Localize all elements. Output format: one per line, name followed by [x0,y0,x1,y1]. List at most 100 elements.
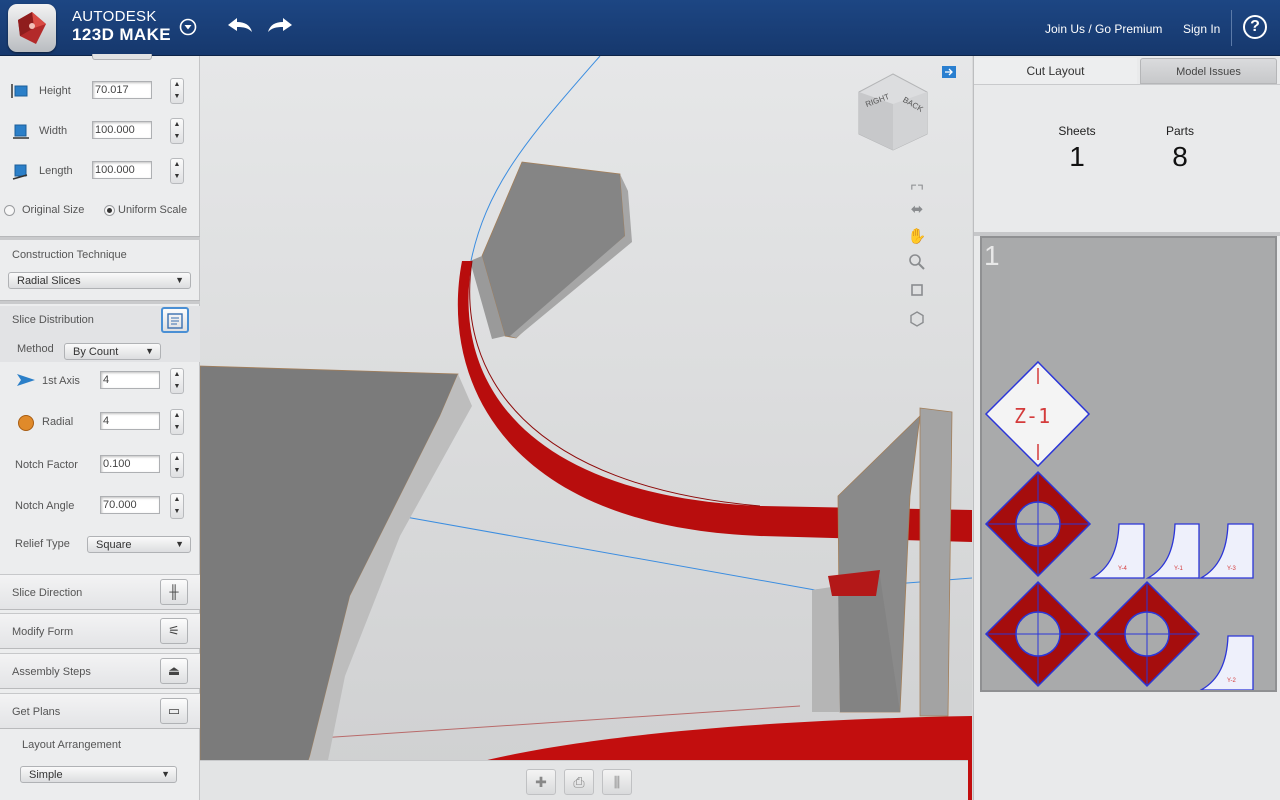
slices-button[interactable]: ⫼ [602,769,632,795]
slice-direction-label: Slice Direction [12,587,83,599]
radial-stepper[interactable]: ▲ ▼ [170,409,184,435]
add-part-button[interactable]: ✚ [526,769,556,795]
length-input[interactable] [92,161,152,179]
pan-hand-icon[interactable]: ✋ [906,226,928,248]
orbit-icon[interactable]: ⬌ [906,199,928,221]
slice-direction-button[interactable]: ╫ [160,579,188,605]
notch-angle-label: Notch Angle [15,500,75,512]
divider [0,300,200,304]
first-axis-input[interactable] [100,371,160,389]
app-logo[interactable] [8,4,56,52]
parts-value: 8 [1172,141,1188,172]
layout-arrangement-value: Simple [29,769,63,781]
chevron-down-icon: ▼ [175,539,184,549]
help-icon: ? [1250,18,1260,35]
length-stepper[interactable]: ▲ ▼ [170,158,184,184]
construction-technique-label: Construction Technique [12,249,127,261]
3d-viewport[interactable]: RIGHT BACK ⌜⌝ ⬌ ✋ [200,56,972,800]
undo-icon [228,18,252,32]
part-label-small: Y-4 [1118,566,1127,572]
notch-angle-stepper[interactable]: ▲ ▼ [170,493,184,519]
brand-line2: 123D MAKE [72,25,172,44]
collapsed-tab[interactable] [92,54,152,60]
slice-direction-icon: ╫ [169,584,179,599]
slice-distribution-button[interactable] [161,307,189,333]
assembly-steps-icon: ⏏ [167,663,181,678]
assembly-steps-label: Assembly Steps [12,666,91,678]
tab-model-issues[interactable]: Model Issues [1140,58,1277,84]
tab-cut-layout[interactable]: Cut Layout [974,58,1137,84]
parts-label: Parts [1165,124,1194,138]
axis-arrow-icon [17,374,35,386]
construction-technique-select[interactable]: Radial Slices ▼ [8,272,191,289]
width-label: Width [39,125,68,137]
uniform-scale-radio[interactable] [104,205,115,216]
relief-type-select[interactable]: Square ▼ [87,536,191,553]
original-size-radio[interactable] [4,205,15,216]
print-button[interactable]: ⎙ [564,769,594,795]
brand-name: AUTODESK 123D MAKE [72,9,171,45]
original-size-label: Original Size [22,204,85,216]
slices-icon: ⫼ [613,774,621,790]
width-stepper[interactable]: ▲ ▼ [170,118,184,144]
method-select[interactable]: By Count ▼ [64,343,161,360]
width-input[interactable] [92,121,152,139]
zoom-icon[interactable] [906,253,928,275]
assembly-steps-button[interactable]: ⏏ [160,658,188,684]
height-icon [11,84,28,98]
radio-dot [107,208,112,213]
layout-arrangement-select[interactable]: Simple ▼ [20,766,177,783]
relief-type-label: Relief Type [15,538,70,550]
assembly-steps-section[interactable]: Assembly Steps ⏏ [0,653,200,689]
method-label: Method [17,343,54,355]
get-plans-label: Get Plans [12,706,61,718]
height-label: Height [39,85,71,97]
bottom-toolbar: ✚ ⎙ ⫼ [200,760,968,800]
height-stepper[interactable]: ▲ ▼ [170,78,184,104]
radial-icon [18,415,34,431]
radial-input[interactable] [100,412,160,430]
modify-form-section[interactable]: Modify Form ⚟ [0,613,200,649]
modify-form-button[interactable]: ⚟ [160,618,188,644]
layout-arrangement-label: Layout Arrangement [22,739,122,751]
slice-direction-section[interactable]: Slice Direction ╫ [0,574,200,610]
chevron-down-icon: ▼ [145,346,154,356]
redo-button[interactable] [264,14,296,43]
fit-view-icon[interactable] [906,282,928,304]
notch-factor-input[interactable] [100,455,160,473]
divider [0,236,200,240]
length-icon [12,164,28,180]
part-label-z1: Z-1 [1014,404,1051,428]
width-icon [13,124,29,139]
notch-factor-stepper[interactable]: ▲ ▼ [170,452,184,478]
part-label-small: Y-1 [1174,566,1183,572]
construction-technique-value: Radial Slices [17,275,81,287]
radial-label: Radial [42,416,74,428]
sheets-value: 1 [1069,141,1085,172]
sign-in-link[interactable]: Sign In [1183,22,1220,36]
undo-button[interactable] [224,14,256,43]
notch-factor-label: Notch Factor [15,459,78,471]
brand-line1: AUTODESK [72,8,157,25]
part-label-small: Y-3 [1227,566,1236,572]
chevron-down-icon: ▼ [161,769,170,779]
get-plans-button[interactable]: ▭ [160,698,188,724]
document-icon: ▭ [167,703,181,718]
header-divider [1231,10,1232,46]
first-axis-stepper[interactable]: ▲ ▼ [170,368,184,394]
home-view-icon[interactable] [906,310,928,332]
cut-sheet[interactable]: 1 Z-1 Y-4 Y-1 Y-3 Y-2 [980,236,1277,692]
cut-parts [984,360,1254,690]
printer-icon: ⎙ [573,774,585,790]
notch-angle-input[interactable] [100,496,160,514]
app-menu-button[interactable] [179,18,197,41]
join-premium-link[interactable]: Join Us / Go Premium [1045,22,1162,36]
height-input[interactable] [92,81,152,99]
slice-distribution-label: Slice Distribution [12,314,94,326]
chevron-down-icon: ▼ [175,275,184,285]
app-header: AUTODESK 123D MAKE Join Us / Go Premium … [0,0,1280,56]
get-plans-section[interactable]: Get Plans ▭ [0,693,200,729]
modify-form-icon: ⚟ [168,623,180,638]
help-button[interactable]: ? [1243,15,1267,39]
list-icon [167,313,183,329]
